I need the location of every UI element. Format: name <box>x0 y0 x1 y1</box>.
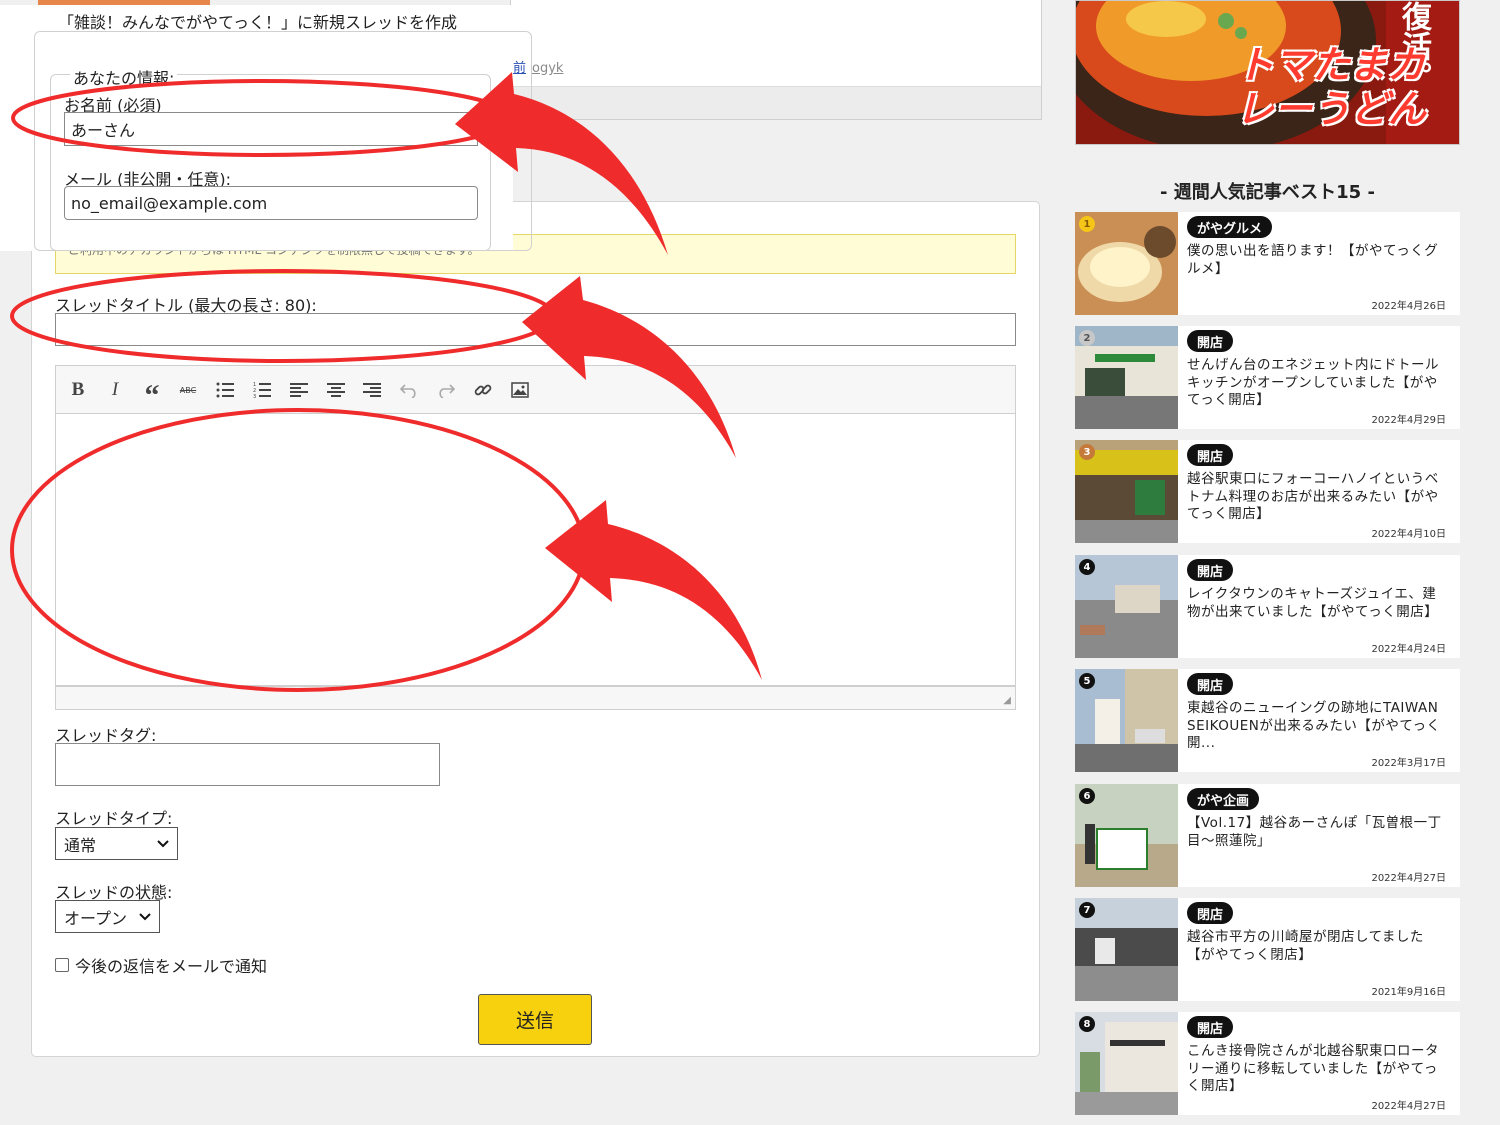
sidebar-banner[interactable]: 復活。 トマたまカレーうどん <box>1075 0 1460 145</box>
category-badge[interactable]: がや企画 <box>1187 788 1260 810</box>
article-item[interactable]: 8 開店 こんき接骨院さんが北越谷駅東口ロータリー通りに移転していました【がやて… <box>1075 1012 1460 1115</box>
article-date: 2021年9月16日 <box>1371 987 1446 998</box>
article-title[interactable]: レイクタウンのキャトーズジュイエ、建物が出来ていました【がやてっく開店】 <box>1187 586 1449 621</box>
annotation-arrow-1 <box>455 72 668 255</box>
category-badge[interactable]: 開店 <box>1187 444 1234 466</box>
rank-badge: 6 <box>1079 788 1095 804</box>
annotation-ellipse-body <box>10 408 586 692</box>
article-date: 2022年4月27日 <box>1371 873 1446 884</box>
article-title[interactable]: せんげん台のエネジェット内にドトールキッチンがオープンしていました【がやてっく開… <box>1187 357 1449 410</box>
rank-badge: 1 <box>1079 216 1095 232</box>
article-date: 2022年4月27日 <box>1371 1101 1446 1112</box>
notify-label: 今後の返信をメールで通知 <box>75 957 268 976</box>
banner-title: トマたまカレーうどん <box>1236 43 1427 131</box>
rank-badge: 7 <box>1079 902 1095 918</box>
rank-badge: 8 <box>1079 1016 1095 1032</box>
article-date: 2022年4月10日 <box>1371 529 1446 540</box>
thread-type-select[interactable]: 通常 <box>55 827 178 860</box>
article-title[interactable]: 僕の思い出を語ります！【がやてっくグルメ】 <box>1187 243 1449 278</box>
article-date: 2022年4月29日 <box>1371 415 1446 426</box>
notify-checkbox[interactable] <box>55 958 69 972</box>
annotation-overlay <box>10 72 762 692</box>
annotation-ellipse-name <box>11 79 513 157</box>
thread-state-value: オープン <box>64 908 128 928</box>
article-item[interactable]: 7 閉店 越谷市平方の川崎屋が閉店してました【がやてっく閉店】 2021年9月1… <box>1075 898 1460 1001</box>
article-item[interactable]: 2 開店 せんげん台のエネジェット内にドトールキッチンがオープンしていました【が… <box>1075 326 1460 429</box>
article-item[interactable]: 5 開店 東越谷のニューイングの跡地にTAIWAN SEIKOUENが出来るみた… <box>1075 669 1460 772</box>
submit-button[interactable]: 送信 <box>478 994 592 1045</box>
thread-type-value: 通常 <box>64 835 97 855</box>
annotation-arrow-2 <box>522 276 736 458</box>
article-item[interactable]: 1 がやグルメ 僕の思い出を語ります！【がやてっくグルメ】 2022年4月26日 <box>1075 212 1460 315</box>
thread-type-label: スレッドタイプ: <box>55 809 173 828</box>
chevron-down-icon <box>157 839 169 847</box>
article-item[interactable]: 3 開店 越谷駅東口にフォーコーハノイというベトナム料理のお店が出来るみたい【が… <box>1075 440 1460 543</box>
category-badge[interactable]: がやグルメ <box>1187 216 1273 238</box>
annotation-ellipse-title <box>10 269 556 363</box>
rank-badge: 4 <box>1079 559 1095 575</box>
article-title[interactable]: 東越谷のニューイングの跡地にTAIWAN SEIKOUENが出来るみたい【がやて… <box>1187 700 1449 753</box>
rank-badge: 5 <box>1079 673 1095 689</box>
category-badge[interactable]: 開店 <box>1187 673 1234 695</box>
rank-badge: 2 <box>1079 330 1095 346</box>
annotation-arrow-3 <box>545 500 762 680</box>
article-item[interactable]: 6 がや企画 【Vol.17】越谷あーさんぽ「瓦曽根一丁目～照蓮院」 2022年… <box>1075 784 1460 887</box>
thread-tag-input[interactable] <box>55 743 440 786</box>
article-date: 2022年3月17日 <box>1371 758 1446 769</box>
thread-state-select[interactable]: オープン <box>55 900 160 933</box>
chevron-down-icon <box>139 912 151 920</box>
article-title[interactable]: 越谷市平方の川崎屋が閉店してました【がやてっく閉店】 <box>1187 929 1449 964</box>
article-item[interactable]: 4 開店 レイクタウンのキャトーズジュイエ、建物が出来ていました【がやてっく開店… <box>1075 555 1460 658</box>
notify-option[interactable]: 今後の返信をメールで通知 <box>55 953 267 977</box>
category-badge[interactable]: 開店 <box>1187 559 1234 581</box>
rank-badge: 3 <box>1079 444 1095 460</box>
article-date: 2022年4月26日 <box>1371 301 1446 312</box>
category-badge[interactable]: 開店 <box>1187 330 1234 352</box>
category-badge[interactable]: 閉店 <box>1187 902 1234 924</box>
article-title[interactable]: こんき接骨院さんが北越谷駅東口ロータリー通りに移転していました【がやてっく開店】 <box>1187 1043 1449 1096</box>
popular-articles-title: - 週間人気記事ベスト15 - <box>1160 182 1375 203</box>
category-badge[interactable]: 開店 <box>1187 1016 1234 1038</box>
article-title[interactable]: 越谷駅東口にフォーコーハノイというベトナム料理のお店が出来るみたい【がやてっく開… <box>1187 471 1449 524</box>
article-date: 2022年4月24日 <box>1371 644 1446 655</box>
article-title[interactable]: 【Vol.17】越谷あーさんぽ「瓦曽根一丁目～照蓮院」 <box>1187 815 1449 850</box>
